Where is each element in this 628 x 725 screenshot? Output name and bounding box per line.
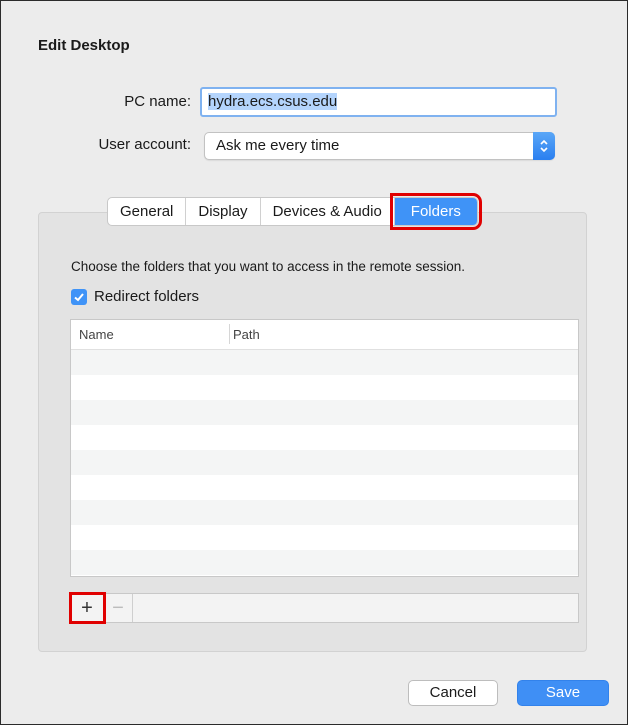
tab-general[interactable]: General [108, 198, 187, 225]
dialog-title: Edit Desktop [38, 37, 130, 54]
tab-bar: General Display Devices & Audio Folders [107, 193, 482, 230]
pc-name-value: hydra.ecs.csus.edu [208, 93, 338, 110]
table-row [71, 350, 578, 375]
checkmark-icon [74, 293, 84, 302]
folders-table[interactable]: Name Path [70, 319, 579, 577]
table-row [71, 375, 578, 400]
remove-folder-button[interactable]: − [104, 594, 133, 622]
table-footer: + − [69, 592, 579, 624]
redirect-folders-checkbox[interactable] [71, 289, 87, 305]
user-account-select[interactable]: Ask me every time [204, 132, 555, 160]
column-divider[interactable] [229, 324, 230, 344]
table-body [71, 350, 578, 575]
edit-desktop-dialog: Edit Desktop PC name: hydra.ecs.csus.edu… [0, 0, 628, 725]
table-row [71, 525, 578, 550]
pc-name-field[interactable]: hydra.ecs.csus.edu [200, 87, 557, 117]
table-row [71, 400, 578, 425]
tab-display[interactable]: Display [186, 198, 261, 225]
table-row [71, 425, 578, 450]
table-row [71, 500, 578, 525]
user-account-value: Ask me every time [216, 137, 340, 154]
column-header-path[interactable]: Path [233, 327, 260, 342]
add-folder-button[interactable]: + [69, 592, 106, 624]
tab-devices-audio[interactable]: Devices & Audio [261, 198, 395, 225]
tab-folders[interactable]: Folders [389, 193, 482, 230]
table-header: Name Path [71, 320, 578, 350]
table-row [71, 550, 578, 575]
cancel-button[interactable]: Cancel [408, 680, 498, 706]
folders-description: Choose the folders that you want to acce… [71, 259, 465, 274]
redirect-folders-label[interactable]: Redirect folders [94, 288, 199, 305]
column-header-name[interactable]: Name [79, 327, 114, 342]
up-down-chevron-icon [533, 132, 555, 160]
user-account-label: User account: [98, 136, 191, 153]
table-row [71, 450, 578, 475]
table-row [71, 475, 578, 500]
save-button[interactable]: Save [517, 680, 609, 706]
pc-name-label: PC name: [124, 93, 191, 110]
